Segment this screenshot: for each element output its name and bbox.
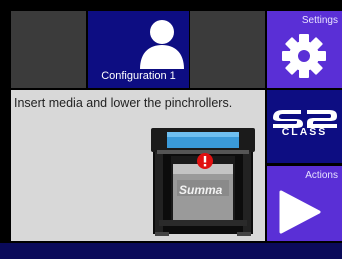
plotter-illustration [151,128,255,236]
actions-label: Actions [305,170,338,181]
instruction-message: Insert media and lower the pinchrollers. [14,96,233,110]
actions-tile[interactable]: Actions [267,166,342,241]
message-panel: Insert media and lower the pinchrollers. [11,90,265,241]
s2-class-logo [273,110,337,128]
summa-logo: Summa [179,183,223,197]
touch-panel: Configuration 1 Settings Insert media an… [0,0,342,259]
configuration-label: Configuration 1 [101,70,176,82]
settings-tile[interactable]: Settings [267,11,342,88]
alert-icon [197,153,213,169]
user-icon [140,20,184,69]
play-icon [279,190,321,234]
empty-tile-right[interactable] [190,11,265,88]
s2-class-label: CLASS [281,126,328,138]
bottom-status-bar [0,243,342,259]
s2-class-tile[interactable]: CLASS [267,90,342,163]
empty-tile-left[interactable] [11,11,86,88]
gear-icon [282,34,326,78]
settings-label: Settings [301,15,338,26]
configuration-tile[interactable]: Configuration 1 [88,11,189,88]
